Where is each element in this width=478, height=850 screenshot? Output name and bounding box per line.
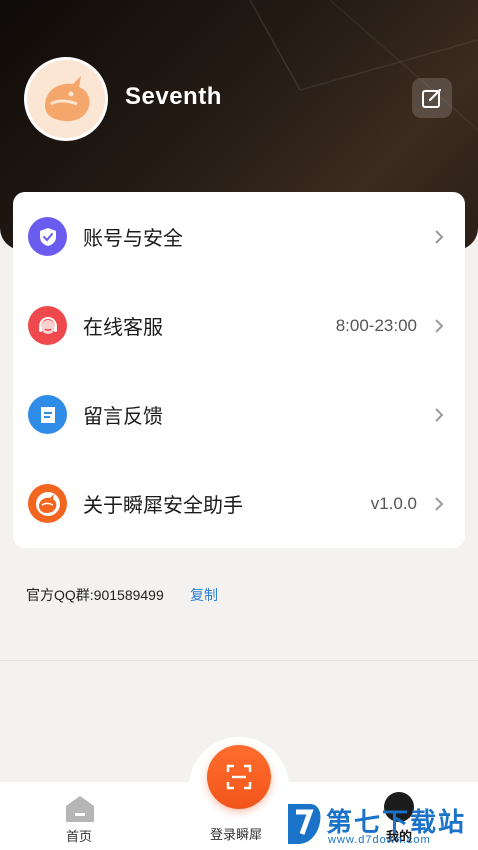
rhino-logo-icon [28, 484, 67, 523]
menu-card: 账号与安全 在线客服 8:00-23:00 留言反馈 关于瞬犀安全助手 v1.0… [13, 192, 465, 548]
tab-scan-login[interactable]: 登录瞬犀 [210, 824, 262, 843]
tab-home[interactable]: 首页 [66, 826, 92, 845]
menu-item-account-security[interactable]: 账号与安全 [13, 192, 465, 281]
home-icon[interactable] [64, 794, 96, 824]
scan-icon [226, 764, 252, 790]
divider [0, 660, 478, 661]
shield-check-icon [28, 217, 67, 256]
menu-item-about[interactable]: 关于瞬犀安全助手 v1.0.0 [13, 459, 465, 548]
watermark-logo-icon [288, 804, 321, 844]
scan-login-button[interactable] [207, 745, 271, 809]
chevron-right-icon [435, 318, 444, 333]
avatar[interactable] [24, 57, 108, 141]
copy-button[interactable]: 复制 [190, 585, 218, 605]
menu-item-label: 账号与安全 [83, 228, 183, 250]
edit-profile-button[interactable] [412, 78, 452, 118]
menu-item-label: 留言反馈 [83, 406, 163, 428]
watermark-url: www.d7down.com [328, 834, 431, 846]
chevron-right-icon [435, 496, 444, 511]
app-version: v1.0.0 [370, 493, 417, 513]
menu-item-label: 在线客服 [83, 317, 163, 339]
headset-icon [28, 306, 67, 345]
menu-item-label: 关于瞬犀安全助手 [83, 495, 243, 517]
menu-item-customer-service[interactable]: 在线客服 8:00-23:00 [13, 281, 465, 370]
service-hours: 8:00-23:00 [335, 315, 417, 335]
chevron-right-icon [435, 229, 444, 244]
chevron-right-icon [435, 407, 444, 422]
qq-group-text: 官方QQ群:901589499 [26, 587, 164, 603]
menu-item-feedback[interactable]: 留言反馈 [13, 370, 465, 459]
watermark: 第七下载站 www.d7down.com [282, 800, 478, 850]
message-icon [28, 395, 67, 434]
rhino-avatar-icon [27, 60, 105, 138]
username: Seventh [125, 83, 222, 110]
edit-icon [422, 88, 442, 108]
